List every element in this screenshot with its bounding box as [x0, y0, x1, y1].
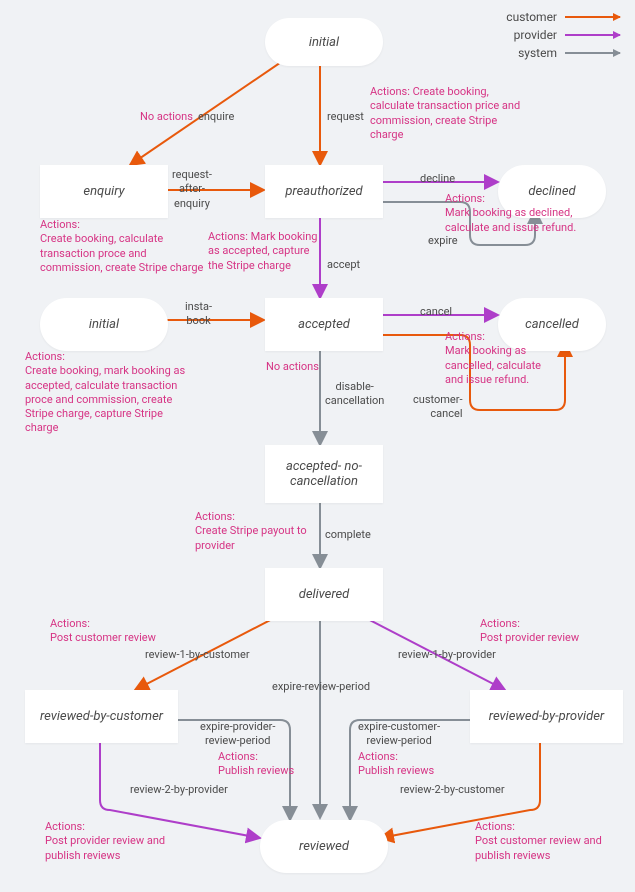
arrow-icon [565, 52, 620, 54]
node-label: accepted- no-cancellation [269, 459, 379, 489]
legend-system: system [506, 46, 620, 60]
transition-expire-customer-review-period: expire-customer- review-period [358, 720, 440, 749]
node-label: initial [309, 35, 339, 50]
node-reviewed-by-provider: reviewed-by-provider [470, 690, 623, 743]
node-preauthorized: preauthorized [265, 165, 383, 218]
node-label: reviewed-by-provider [489, 709, 604, 724]
legend: customer provider system [506, 10, 620, 64]
transition-review-2-by-provider: review-2-by-provider [130, 783, 228, 797]
transition-expire-provider-review-period: expire-provider- review-period [200, 720, 275, 749]
action-cancel: Actions: Mark booking as cancelled, calc… [445, 330, 565, 387]
legend-customer-label: customer [506, 10, 557, 24]
legend-customer: customer [506, 10, 620, 24]
action-complete: Actions: Create Stripe payout to provide… [195, 510, 315, 553]
transition-expire: expire [428, 234, 458, 248]
transition-review-2-by-customer: review-2-by-customer [400, 783, 505, 797]
action-review-2-provider: Actions: Post provider review and publis… [45, 820, 185, 863]
transition-request: request [327, 110, 364, 124]
transition-complete: complete [325, 528, 371, 542]
transition-insta-book: insta- book [185, 300, 212, 329]
node-label: initial [89, 317, 119, 332]
node-initial-top: initial [265, 18, 383, 66]
transition-decline: decline [420, 172, 455, 186]
node-delivered: delivered [265, 568, 383, 621]
action-expire-customer: Actions: Publish reviews [358, 750, 448, 779]
node-label: reviewed [299, 839, 349, 854]
node-accepted: accepted [265, 298, 383, 351]
transition-cancel: cancel [420, 305, 452, 319]
action-disable-cancel: No actions [266, 360, 319, 374]
action-decline: Actions: Mark booking as declined, calcu… [445, 192, 595, 235]
node-reviewed-by-customer: reviewed-by-customer [25, 690, 178, 743]
transition-accept: accept [327, 258, 360, 272]
node-label: preauthorized [285, 184, 362, 199]
node-reviewed: reviewed [260, 820, 388, 873]
arrow-icon [565, 34, 620, 36]
transition-expire-review-period: expire-review-period [272, 680, 370, 694]
node-initial-left: initial [40, 298, 168, 351]
transition-review-1-by-customer: review-1-by-customer [145, 648, 250, 662]
action-no-actions-enquire: No actions [140, 110, 193, 124]
transition-enquire: enquire [198, 110, 234, 124]
transition-request-after-enquiry: request- after- enquiry [172, 168, 212, 211]
action-review-1-customer: Actions: Post customer review [50, 617, 180, 646]
arrow-icon [565, 16, 620, 18]
transition-customer-cancel: customer- cancel [413, 393, 463, 422]
action-expire-provider: Actions: Publish reviews [218, 750, 308, 779]
action-request-after-enquiry: Actions: Create booking, calculate trans… [40, 218, 210, 275]
action-insta-book: Actions: Create booking, mark booking as… [25, 350, 195, 436]
action-review-1-provider: Actions: Post provider review [480, 617, 610, 646]
node-label: enquiry [83, 184, 124, 199]
legend-system-label: system [518, 46, 557, 60]
transition-review-1-by-provider: review-1-by-provider [398, 648, 496, 662]
transition-disable-cancellation: disable- cancellation [325, 380, 384, 409]
node-enquiry: enquiry [40, 165, 168, 218]
legend-provider: provider [506, 28, 620, 42]
legend-provider-label: provider [514, 28, 557, 42]
node-label: reviewed-by-customer [40, 709, 163, 724]
node-label: accepted [298, 317, 350, 332]
node-accepted-no-cancellation: accepted- no-cancellation [265, 445, 383, 503]
action-accept: Actions: Mark booking as accepted, captu… [208, 230, 318, 273]
node-label: delivered [299, 587, 350, 602]
action-review-2-customer: Actions: Post customer review and publis… [475, 820, 620, 863]
action-request: Actions: Create booking, calculate trans… [370, 85, 530, 142]
